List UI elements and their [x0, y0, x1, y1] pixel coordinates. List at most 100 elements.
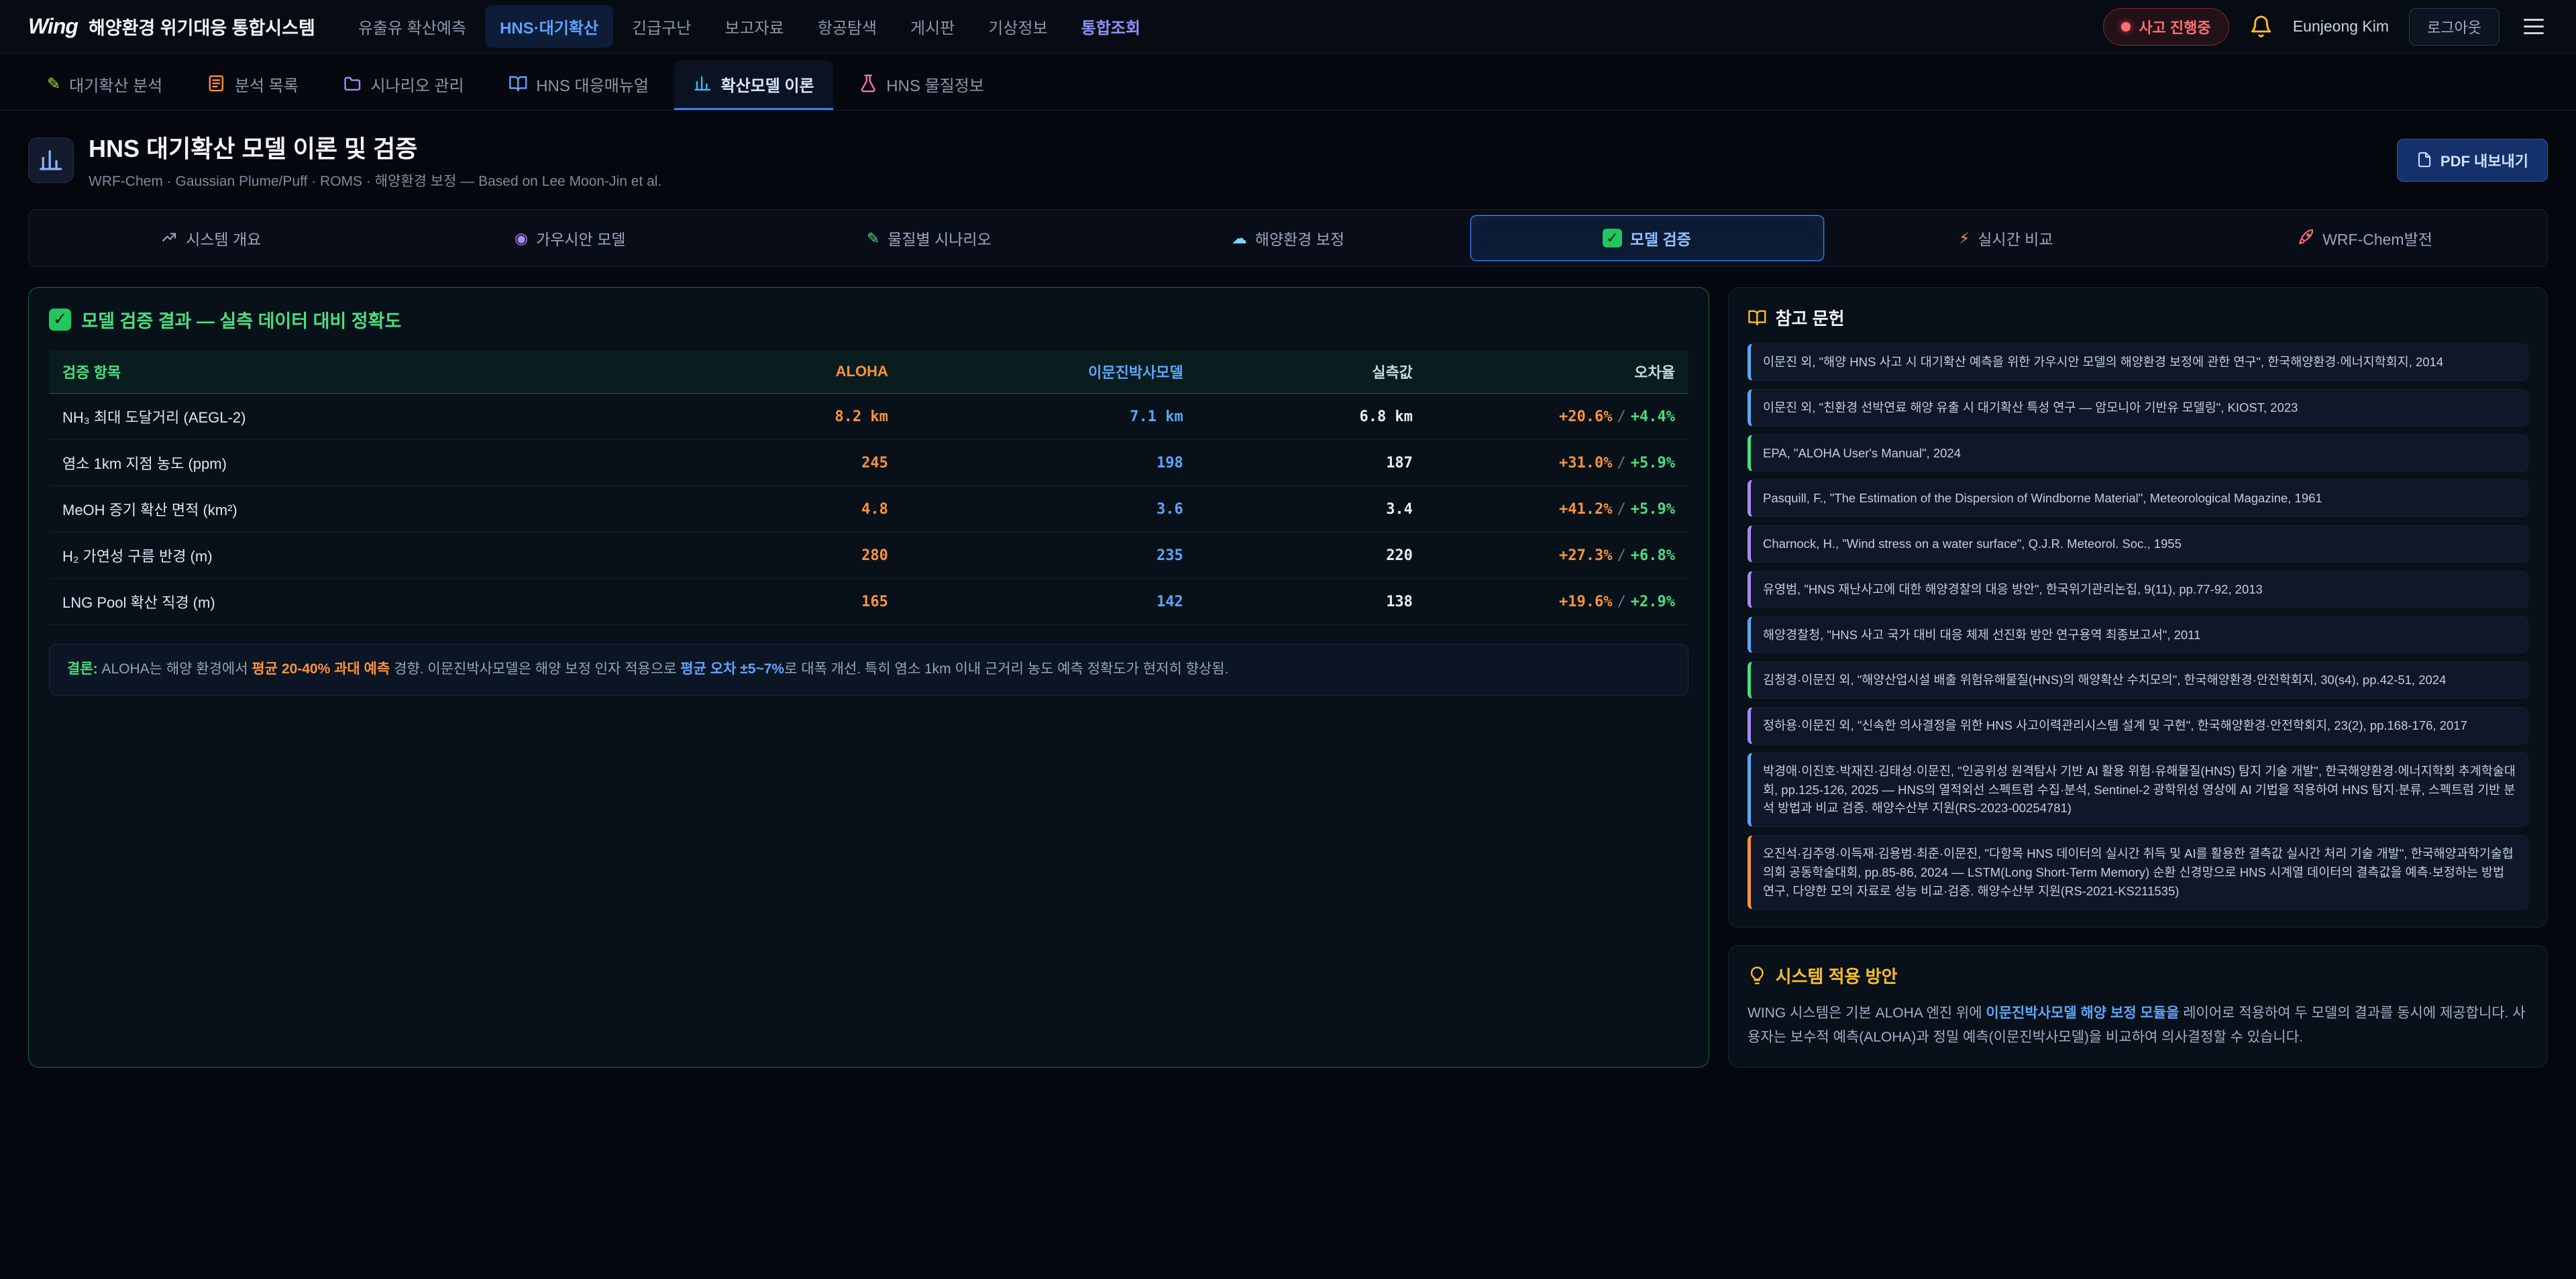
section-tab-4[interactable]: ✓모델 검증: [1470, 215, 1824, 261]
row-aloha-value: 4.8: [655, 486, 902, 533]
pencil-icon: ✎: [47, 75, 60, 94]
notifications-bell-button[interactable]: [2249, 15, 2273, 38]
text-segment: 평균 20-40% 과대 예측: [252, 661, 390, 677]
main-menu-item-1[interactable]: HNS·대기확산: [485, 5, 613, 48]
reference-item-11: 오진석·김주영·이득재·김용범·최준·이문진, "다항목 HNS 데이터의 실시…: [1748, 835, 2528, 909]
row-aloha-value: 8.2 km: [655, 394, 902, 440]
reference-item-8: 김청경·이문진 외, "해양산업시설 배출 위험유해물질(HNS)의 해양확산 …: [1748, 661, 2528, 699]
validation-table: 검증 항목 ALOHA 이문진박사모델 실측값 오차율 NH₃ 최대 도달거리 …: [49, 350, 1688, 625]
validation-table-row: 염소 1km 지점 농도 (ppm)245198187+31.0%/+5.9%: [49, 440, 1688, 486]
text-segment: 평균 오차 ±5~7%: [680, 661, 784, 677]
module-tab-3[interactable]: HNS 대응매뉴얼: [490, 60, 667, 110]
error-lee: +5.9%: [1631, 455, 1675, 471]
section-tab-label: WRF-Chem발전: [2322, 227, 2432, 249]
pdf-export-label: PDF 내보내기: [2440, 150, 2528, 171]
error-separator: /: [1613, 501, 1631, 518]
references-list: 이문진 외, "해양 HNS 사고 시 대기확산 예측을 위한 가우시안 모델의…: [1748, 343, 2528, 909]
pdf-export-button[interactable]: PDF 내보내기: [2397, 139, 2548, 182]
reference-item-4: Pasquill, F., "The Estimation of the Dis…: [1748, 480, 2528, 517]
error-separator: /: [1613, 455, 1631, 471]
references-card: 참고 문헌 이문진 외, "해양 HNS 사고 시 대기확산 예측을 위한 가우…: [1728, 287, 2548, 928]
application-text: WING 시스템은 기본 ALOHA 엔진 위에 이문진박사모델 해양 보정 모…: [1748, 1001, 2528, 1049]
module-tab-2[interactable]: 시나리오 관리: [324, 60, 483, 110]
top-navbar: Wing 해양환경 위기대응 통합시스템 유출유 확산예측HNS·대기확산긴급구…: [0, 0, 2576, 54]
section-tab-label: 모델 검증: [1630, 227, 1691, 249]
check-icon: ✓: [49, 309, 71, 331]
row-error-value: +19.6%/+2.9%: [1426, 579, 1688, 625]
brand[interactable]: Wing 해양환경 위기대응 통합시스템: [28, 13, 315, 40]
row-item-label: MeOH 증기 확산 면적 (km²): [49, 486, 655, 533]
col-header-lee-model: 이문진박사모델: [902, 350, 1197, 394]
module-tab-label: HNS 대응매뉴얼: [536, 72, 649, 96]
main-menu-item-5[interactable]: 게시판: [896, 5, 969, 48]
row-lee-value: 3.6: [902, 486, 1197, 533]
error-lee: +4.4%: [1631, 408, 1675, 425]
module-tab-4[interactable]: 확산모델 이론: [674, 60, 833, 110]
incident-status-badge: 사고 진행중: [2103, 8, 2229, 46]
row-measured-value: 187: [1197, 440, 1426, 486]
chart-icon: [693, 74, 712, 95]
text-segment: ALOHA는 해양 환경에서: [98, 661, 252, 677]
module-tab-5[interactable]: HNS 물질정보: [840, 60, 1003, 110]
row-lee-value: 198: [902, 440, 1197, 486]
row-lee-value: 7.1 km: [902, 394, 1197, 440]
bell-icon: [2249, 15, 2273, 38]
section-tab-5[interactable]: ⚡실시간 비교: [1829, 215, 2183, 261]
application-card: 시스템 적용 방안 WING 시스템은 기본 ALOHA 엔진 위에 이문진박사…: [1728, 945, 2548, 1067]
section-tab-2[interactable]: ✎ 물질별 시나리오: [752, 215, 1106, 261]
rocket-icon: [2298, 229, 2314, 247]
row-measured-value: 138: [1197, 579, 1426, 625]
section-tab-0[interactable]: 시스템 개요: [34, 215, 388, 261]
references-title-text: 참고 문헌: [1776, 305, 1845, 330]
main-menu-item-6[interactable]: 기상정보: [973, 5, 1062, 48]
error-lee: +6.8%: [1631, 547, 1675, 564]
main-menu-item-0[interactable]: 유출유 확산예측: [343, 5, 481, 48]
module-tab-label: 대기확산 분석: [69, 72, 162, 96]
main-menu-item-7[interactable]: 통합조회: [1067, 5, 1155, 48]
main-menu-item-4[interactable]: 항공탐색: [803, 5, 892, 48]
reference-item-10: 박경애·이진호·박재진·김태성·이문진, "인공위성 원격탐사 기반 AI 활용…: [1748, 753, 2528, 827]
lightbulb-icon: [1748, 966, 1767, 985]
section-tab-3[interactable]: ☁해양환경 보정: [1111, 215, 1464, 261]
section-tab-label: 가우시안 모델: [536, 227, 625, 249]
reference-item-5: Charnock, H., "Wind stress on a water su…: [1748, 525, 2528, 563]
row-item-label: H₂ 가연성 구름 반경 (m): [49, 533, 655, 579]
error-lee: +5.9%: [1631, 501, 1675, 518]
error-separator: /: [1613, 408, 1631, 425]
main-content: ✓ 모델 검증 결과 — 실측 데이터 대비 정확도 검증 항목 ALOHA 이…: [0, 267, 2576, 1088]
module-tab-0[interactable]: ✎ 대기확산 분석: [28, 60, 181, 110]
conclusion-text: 결론: ALOHA는 해양 환경에서 평균 20-40% 과대 예측 경향. 이…: [67, 658, 1670, 681]
logout-button[interactable]: 로그아웃: [2409, 8, 2500, 46]
chart-icon: [28, 137, 74, 183]
section-tab-label: 물질별 시나리오: [888, 227, 991, 249]
col-header-aloha: ALOHA: [655, 350, 902, 394]
page-header-left: HNS 대기확산 모델 이론 및 검증 WRF-Chem · Gaussian …: [28, 129, 661, 190]
error-separator: /: [1613, 594, 1631, 610]
row-lee-value: 142: [902, 579, 1197, 625]
page-header-text: HNS 대기확산 모델 이론 및 검증 WRF-Chem · Gaussian …: [89, 129, 661, 190]
pencil-icon: ✎: [867, 229, 879, 247]
text-segment: WING 시스템은 기본 ALOHA 엔진 위에: [1748, 1005, 1986, 1021]
main-menu-item-3[interactable]: 보고자료: [710, 5, 798, 48]
main-menu-item-2[interactable]: 긴급구난: [617, 5, 706, 48]
module-tab-label: 시나리오 관리: [370, 72, 464, 96]
section-tab-label: 해양환경 보정: [1255, 227, 1344, 249]
module-tab-1[interactable]: 분석 목록: [188, 60, 317, 110]
text-segment: 로 대폭 개선. 특히 염소 1km 이내 근거리 농도 예측 정확도가 현저히…: [784, 661, 1228, 677]
validation-title-text: 모델 검증 결과 — 실측 데이터 대비 정확도: [81, 307, 401, 333]
section-tab-6[interactable]: WRF-Chem발전: [2188, 215, 2542, 261]
app-title: 해양환경 위기대응 통합시스템: [89, 13, 315, 40]
row-measured-value: 3.4: [1197, 486, 1426, 533]
validation-table-row: H₂ 가연성 구름 반경 (m)280235220+27.3%/+6.8%: [49, 533, 1688, 579]
text-segment: 결론:: [67, 661, 98, 677]
section-tab-1[interactable]: ◉가우시안 모델: [393, 215, 747, 261]
error-aloha: +27.3%: [1559, 547, 1612, 564]
row-item-label: 염소 1km 지점 농도 (ppm): [49, 440, 655, 486]
row-error-value: +20.6%/+4.4%: [1426, 394, 1688, 440]
page-header: HNS 대기확산 모델 이론 및 검증 WRF-Chem · Gaussian …: [0, 111, 2576, 207]
row-aloha-value: 280: [655, 533, 902, 579]
col-header-error: 오차율: [1426, 350, 1688, 394]
hamburger-menu-icon[interactable]: [2520, 15, 2548, 38]
page-subtitle: WRF-Chem · Gaussian Plume/Puff · ROMS · …: [89, 170, 661, 190]
col-header-item: 검증 항목: [49, 350, 655, 394]
